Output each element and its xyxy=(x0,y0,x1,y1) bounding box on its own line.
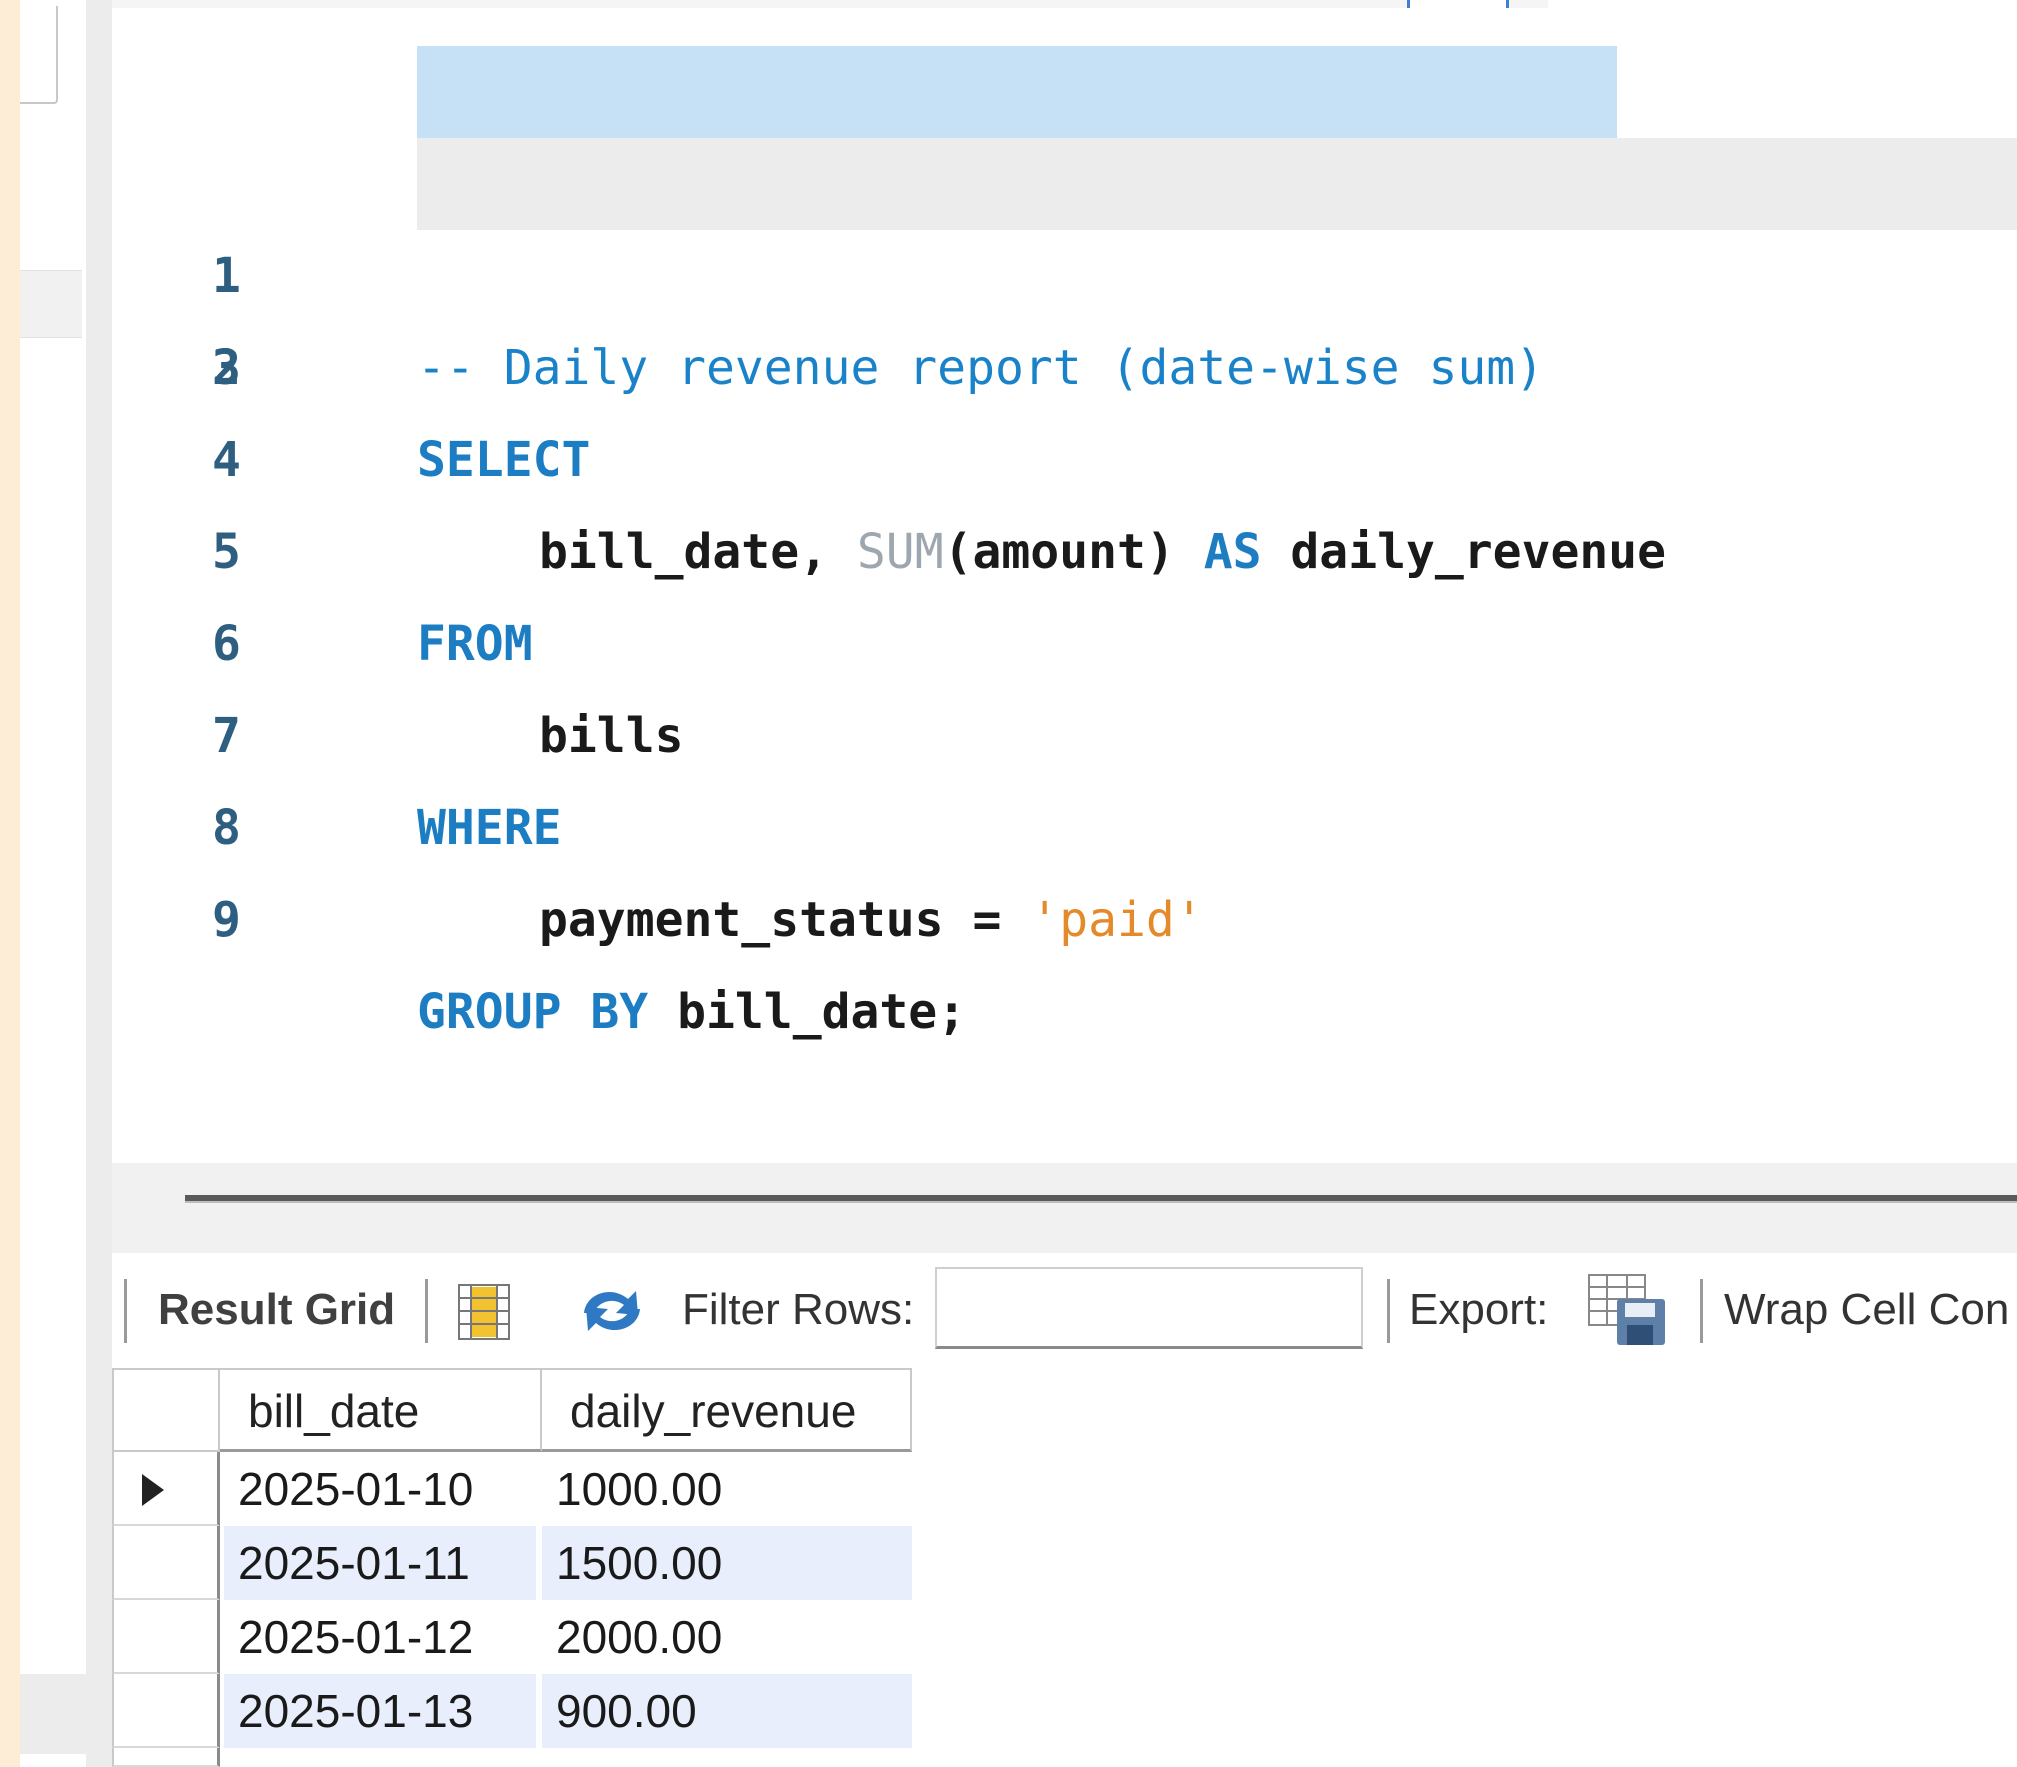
sql-operator: = xyxy=(972,892,1002,948)
result-grid: bill_date daily_revenue 2025-01-10 1000.… xyxy=(112,1368,2017,1767)
row-header[interactable] xyxy=(112,1600,220,1674)
toolbar-separator xyxy=(1387,1279,1390,1343)
code-line-2: 2 xyxy=(112,138,2017,396)
code-line-8: 8 payment_status = 'paid' xyxy=(112,690,2017,948)
navigator-sidebar xyxy=(20,0,88,1767)
row-header[interactable] xyxy=(112,1452,220,1526)
row-header[interactable] xyxy=(112,1674,220,1748)
sql-column: payment_status xyxy=(539,892,944,948)
toolbar-separator xyxy=(1700,1279,1703,1343)
code-line-4: 4 bill_date, SUM(amount) AS daily_revenu… xyxy=(112,322,2017,580)
pane-splitter-handle[interactable] xyxy=(185,1195,2017,1203)
toolbar-separator xyxy=(425,1279,428,1343)
code-line-3: 3 SELECT xyxy=(112,230,2017,488)
code-line-9: 9 GROUP BY bill_date; xyxy=(112,782,2017,1040)
sidebar-footer xyxy=(20,1674,86,1754)
cell-bill-date[interactable]: 2025-01-11 xyxy=(224,1526,542,1600)
sql-string: 'paid' xyxy=(1030,892,1204,948)
result-toolbar: Result Grid Filter Rows: Export: Wrap Ce… xyxy=(112,1253,2017,1368)
sidebar-selected-row[interactable] xyxy=(20,270,82,338)
export-label: Export: xyxy=(1409,1285,1549,1334)
cell-bill-date[interactable]: 2025-01-13 xyxy=(224,1674,542,1748)
sql-column: bill_date; xyxy=(677,984,967,1040)
sql-group-by: GROUP BY bill_date; xyxy=(417,966,966,1058)
row-header[interactable] xyxy=(112,1526,220,1600)
sidebar-panel-box[interactable] xyxy=(20,6,58,104)
code-line-5: 5 FROM xyxy=(112,414,2017,672)
sql-condition: payment_status = 'paid' xyxy=(539,874,1204,966)
selection-highlight xyxy=(417,46,1617,138)
refresh-icon[interactable] xyxy=(574,1279,650,1343)
cell-daily-revenue[interactable]: 900.00 xyxy=(542,1674,912,1748)
sql-keyword: GROUP xyxy=(417,984,562,1040)
wrap-cell-content-toggle[interactable]: Wrap Cell Con xyxy=(1724,1277,2009,1343)
panel-divider[interactable] xyxy=(86,0,112,1767)
code-line-7: 7 WHERE xyxy=(112,598,2017,856)
cell-bill-date[interactable]: 2025-01-10 xyxy=(224,1452,542,1526)
cell-daily-revenue[interactable]: 1500.00 xyxy=(542,1526,912,1600)
current-line-highlight xyxy=(417,138,2017,230)
export-icon[interactable] xyxy=(1587,1273,1669,1349)
grid-corner-header[interactable] xyxy=(112,1368,220,1452)
sql-editor[interactable]: 1 -- Daily revenue report (date-wise sum… xyxy=(112,8,2017,1163)
code-line-6: 6 bills xyxy=(112,506,2017,764)
column-header-daily-revenue[interactable]: daily_revenue xyxy=(542,1368,912,1452)
sql-keyword: BY xyxy=(590,984,649,1040)
cell-daily-revenue[interactable]: 1000.00 xyxy=(542,1452,912,1526)
pane-splitter-area xyxy=(112,1163,2017,1253)
result-grid-tab[interactable]: Result Grid xyxy=(158,1277,395,1343)
cell-bill-date[interactable]: 2025-01-12 xyxy=(224,1600,542,1674)
line-number: 9 xyxy=(212,892,241,948)
toolbar-separator xyxy=(124,1279,127,1343)
filter-rows-input[interactable] xyxy=(935,1267,1363,1349)
grid-layout-icon[interactable] xyxy=(457,1283,511,1341)
row-header xyxy=(112,1748,220,1767)
current-row-arrow-icon xyxy=(142,1474,164,1506)
code-line-1: 1 -- Daily revenue report (date-wise sum… xyxy=(112,46,2017,396)
cell-daily-revenue[interactable]: 2000.00 xyxy=(542,1600,912,1674)
filter-rows-label: Filter Rows: xyxy=(682,1285,915,1334)
column-header-bill-date[interactable]: bill_date xyxy=(220,1368,542,1452)
